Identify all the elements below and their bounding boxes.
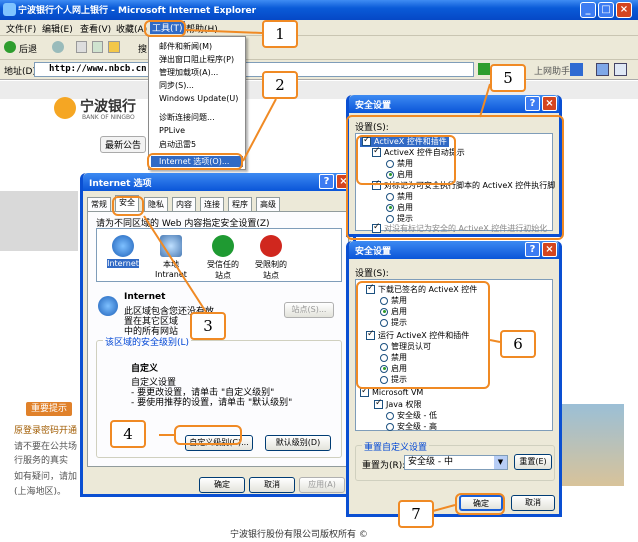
callout-3: 3 — [190, 312, 226, 340]
callout-4: 4 — [110, 420, 146, 448]
callout-7: 7 — [398, 500, 434, 528]
callout-connectors — [143, 29, 501, 512]
callout-6: 6 — [500, 330, 536, 358]
callout-5: 5 — [490, 64, 526, 92]
callout-2: 2 — [262, 71, 298, 99]
callout-1: 1 — [262, 20, 298, 48]
